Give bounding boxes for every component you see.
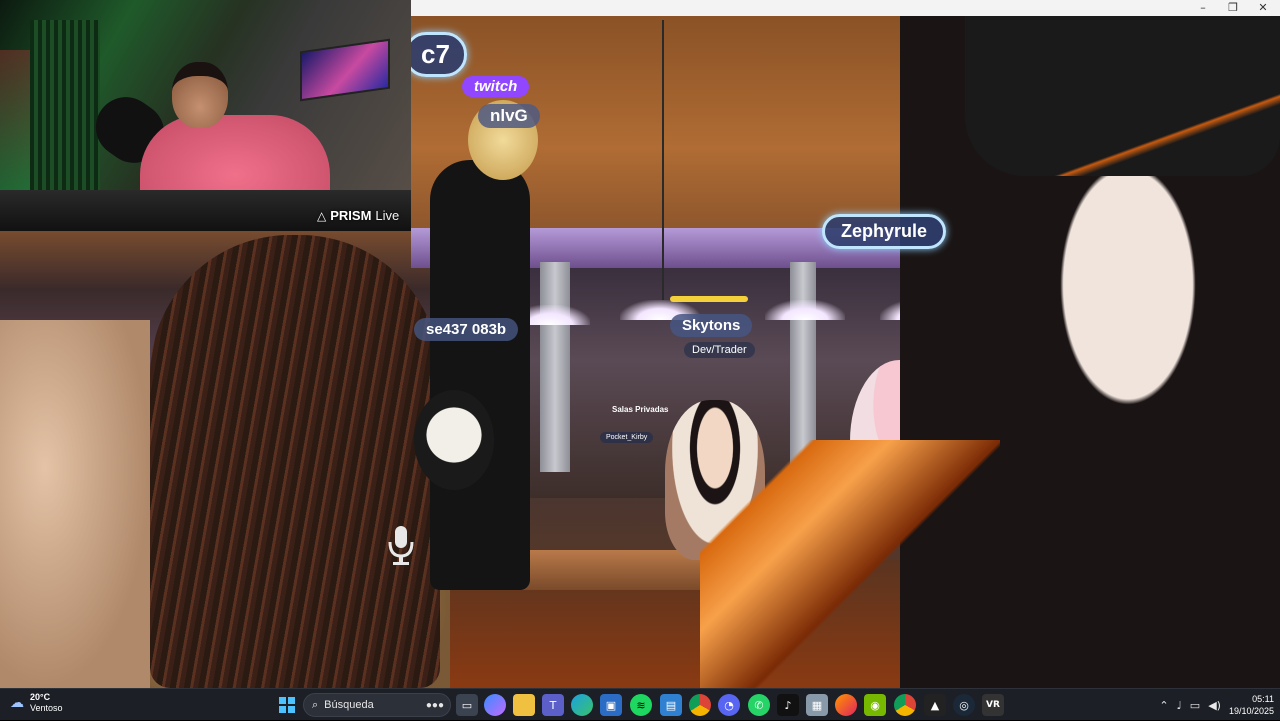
chrome-icon-2[interactable] (894, 694, 916, 716)
prism-live-badge: △ PRISM Live (317, 208, 399, 223)
nametag-nlvg: nlvG (478, 104, 540, 128)
prism-brand: PRISM (330, 208, 372, 223)
tiktok-icon[interactable]: ♪ (777, 694, 799, 716)
minimize-icon[interactable]: – (1188, 0, 1218, 16)
close-icon[interactable]: ✕ (1248, 0, 1278, 16)
weather-icon: ☁ (10, 695, 24, 711)
folder-icon[interactable] (513, 694, 535, 716)
nametag-pocket-kirby: Pocket_Kirby (600, 432, 654, 443)
streamer-head (172, 62, 228, 128)
pillar (540, 262, 570, 472)
spotify-icon[interactable]: ≋ (630, 694, 652, 716)
nametag-partial: c7 (404, 32, 467, 77)
photos-icon[interactable]: ▦ (806, 694, 828, 716)
edge-icon[interactable] (571, 694, 593, 716)
store-icon[interactable]: ▣ (600, 694, 622, 716)
ceiling-lamp (765, 300, 845, 320)
clock-time: 05:11 (1252, 694, 1274, 704)
clock[interactable]: 05:11 19/10/2025 (1229, 693, 1274, 717)
system-tray: ⌃ ♩ ▭ ◀) 05:11 19/10/2025 (1159, 689, 1274, 721)
vr-game-window: c7 twitch nlvG Zephyrule Skytons Dev/Tra… (0, 0, 1280, 688)
orange-gun-prop (700, 440, 1000, 688)
chevron-up-icon[interactable]: ⌃ (1159, 699, 1168, 712)
avatar-dreadlocks-hair (150, 235, 440, 688)
wall-monitor (300, 38, 390, 102)
task-view-icon[interactable]: ▭ (456, 694, 478, 716)
weather-temp: 20°C (30, 692, 51, 702)
steam-icon[interactable]: ◎ (953, 694, 975, 716)
firefox-icon[interactable] (835, 694, 857, 716)
search-placeholder: Búsqueda (324, 699, 374, 711)
plush-toy (414, 390, 494, 490)
clock-date: 19/10/2025 (1228, 706, 1274, 716)
lamp-cable (662, 20, 664, 300)
volume-icon[interactable]: ◀) (1208, 699, 1221, 712)
windows-start-icon[interactable] (276, 694, 298, 716)
whatsapp-icon[interactable]: ✆ (748, 694, 770, 716)
nametag-zephyrule: Zephyrule (822, 214, 947, 249)
twitch-badge: twitch (462, 76, 530, 97)
nametag-user: se437 083b (414, 318, 519, 341)
nvidia-icon[interactable]: ◉ (864, 694, 886, 716)
microphone-icon (388, 526, 414, 565)
search-icon: ⌕ (312, 698, 319, 711)
search-box[interactable]: ⌕ Búsqueda ●●● (303, 693, 451, 717)
taskbar: ☁ 20°C Ventoso ⌕ Búsqueda ●●● ▭ T ▣ ≋ ▤ … (0, 688, 1280, 720)
search-highlight-icon: ●●● (425, 699, 444, 711)
nametag-skytons: Skytons (670, 314, 753, 337)
prism-logo-icon: △ (317, 208, 327, 223)
chrome-icon[interactable] (689, 694, 711, 716)
microphone-tray-icon[interactable]: ♩ (1177, 699, 1182, 712)
avatar-hat (965, 16, 1280, 176)
window-titlebar: – ❐ ✕ (411, 0, 1280, 16)
window-icon[interactable]: ▤ (660, 694, 682, 716)
weather-desc: Ventoso (30, 703, 63, 713)
avatar-black-outfit (430, 160, 530, 590)
acoustic-panel (30, 20, 100, 190)
vrchat-icon[interactable]: ▲ (924, 694, 946, 716)
weather-widget[interactable]: ☁ 20°C Ventoso (10, 692, 63, 714)
avatar-skin (0, 320, 150, 688)
prism-live-label: Live (375, 208, 400, 223)
maximize-icon[interactable]: ❐ (1218, 0, 1248, 16)
nametag-rank-bar (670, 296, 748, 302)
vr-icon[interactable]: VR (982, 694, 1004, 716)
webcam-overlay: △ PRISM Live (0, 0, 411, 231)
nametag-subtitle: Dev/Trader (684, 342, 755, 358)
room-sign: Salas Privadas (612, 405, 669, 414)
network-icon[interactable]: ▭ (1190, 699, 1200, 712)
copilot-icon[interactable] (484, 694, 506, 716)
discord-icon[interactable]: ◔ (718, 694, 740, 716)
teams-icon[interactable]: T (542, 694, 564, 716)
